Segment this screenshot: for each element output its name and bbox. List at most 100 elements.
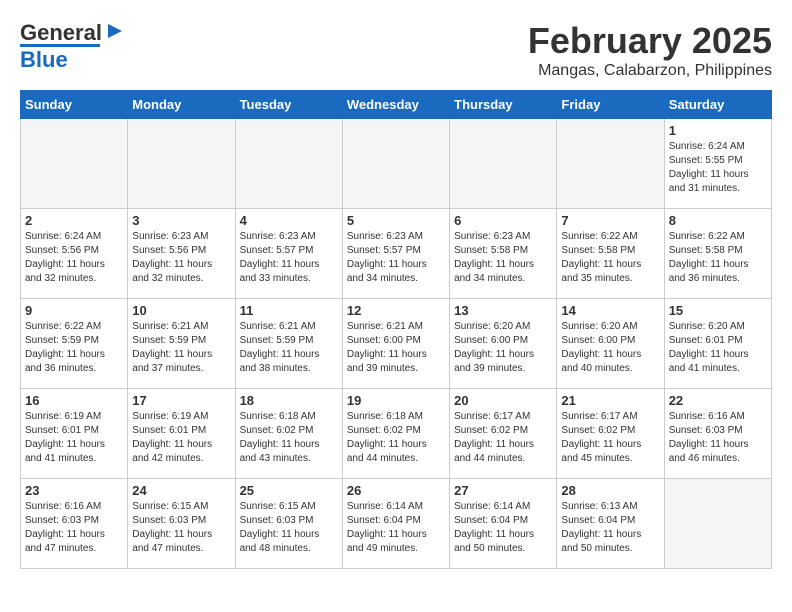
day-info: Sunrise: 6:16 AM Sunset: 6:03 PM Dayligh… [669,410,767,466]
day-number: 20 [454,393,552,408]
page-subtitle: Mangas, Calabarzon, Philippines [528,62,772,80]
day-number: 24 [132,483,230,498]
day-info: Sunrise: 6:23 AM Sunset: 5:57 PM Dayligh… [240,230,338,286]
day-number: 26 [347,483,445,498]
calendar-cell: 2 Sunrise: 6:24 AM Sunset: 5:56 PM Daylig… [21,209,128,299]
day-number: 8 [669,213,767,228]
day-info: Sunrise: 6:16 AM Sunset: 6:03 PM Dayligh… [25,500,123,556]
calendar-cell: 13Sunrise: 6:20 AM Sunset: 6:00 PM Dayli… [450,299,557,389]
calendar-cell: 7 Sunrise: 6:22 AM Sunset: 5:58 PM Daylig… [557,209,664,299]
day-number: 19 [347,393,445,408]
day-number: 22 [669,393,767,408]
calendar-cell [557,119,664,209]
day-number: 10 [132,303,230,318]
calendar-week-2: 2 Sunrise: 6:24 AM Sunset: 5:56 PM Daylig… [21,209,772,299]
calendar-cell: 14 Sunrise: 6:20 AM Sunset: 6:00 PM Dayli… [557,299,664,389]
calendar-cell: 8Sunrise: 6:22 AM Sunset: 5:58 PM Daylig… [664,209,771,299]
calendar-cell: 1 Sunrise: 6:24 AM Sunset: 5:55 PM Daylig… [664,119,771,209]
day-number: 5 [347,213,445,228]
day-info: Sunrise: 6:22 AM Sunset: 5:59 PM Dayligh… [25,320,123,376]
calendar-cell: 24 Sunrise: 6:15 AM Sunset: 6:03 PM Dayli… [128,479,235,569]
calendar-header-tuesday: Tuesday [235,91,342,119]
title-block: February 2025 Mangas, Calabarzon, Philip… [528,20,772,80]
calendar-cell: 10 Sunrise: 6:21 AM Sunset: 5:59 PM Dayli… [128,299,235,389]
day-number: 27 [454,483,552,498]
day-number: 23 [25,483,123,498]
day-number: 28 [561,483,659,498]
logo: General Blue [20,20,126,73]
day-info: Sunrise: 6:18 AM Sunset: 6:02 PM Dayligh… [240,410,338,466]
calendar-header-friday: Friday [557,91,664,119]
calendar-cell: 19 Sunrise: 6:18 AM Sunset: 6:02 PM Dayli… [342,389,449,479]
calendar-cell [664,479,771,569]
day-number: 17 [132,393,230,408]
day-info: Sunrise: 6:13 AM Sunset: 6:04 PM Dayligh… [561,500,659,556]
calendar-cell: 17 Sunrise: 6:19 AM Sunset: 6:01 PM Dayli… [128,389,235,479]
calendar-cell [128,119,235,209]
day-number: 2 [25,213,123,228]
page-header: General Blue February 2025 Mangas, Calab… [20,20,772,80]
day-info: Sunrise: 6:19 AM Sunset: 6:01 PM Dayligh… [25,410,123,466]
day-number: 4 [240,213,338,228]
day-info: Sunrise: 6:15 AM Sunset: 6:03 PM Dayligh… [240,500,338,556]
calendar-cell: 18Sunrise: 6:18 AM Sunset: 6:02 PM Dayli… [235,389,342,479]
day-info: Sunrise: 6:24 AM Sunset: 5:56 PM Dayligh… [25,230,123,286]
calendar-header-saturday: Saturday [664,91,771,119]
day-info: Sunrise: 6:17 AM Sunset: 6:02 PM Dayligh… [454,410,552,466]
calendar-cell: 9 Sunrise: 6:22 AM Sunset: 5:59 PM Daylig… [21,299,128,389]
day-info: Sunrise: 6:18 AM Sunset: 6:02 PM Dayligh… [347,410,445,466]
calendar-week-1: 1 Sunrise: 6:24 AM Sunset: 5:55 PM Daylig… [21,119,772,209]
calendar-week-3: 9 Sunrise: 6:22 AM Sunset: 5:59 PM Daylig… [21,299,772,389]
day-number: 7 [561,213,659,228]
calendar-cell: 5Sunrise: 6:23 AM Sunset: 5:57 PM Daylig… [342,209,449,299]
calendar-cell [21,119,128,209]
calendar-week-5: 23 Sunrise: 6:16 AM Sunset: 6:03 PM Dayli… [21,479,772,569]
calendar-cell: 27 Sunrise: 6:14 AM Sunset: 6:04 PM Dayli… [450,479,557,569]
calendar-header-thursday: Thursday [450,91,557,119]
calendar-table: SundayMondayTuesdayWednesdayThursdayFrid… [20,90,772,569]
logo-icon [104,20,126,42]
calendar-cell [342,119,449,209]
calendar-cell: 6Sunrise: 6:23 AM Sunset: 5:58 PM Daylig… [450,209,557,299]
day-number: 1 [669,123,767,138]
day-info: Sunrise: 6:19 AM Sunset: 6:01 PM Dayligh… [132,410,230,466]
day-number: 14 [561,303,659,318]
day-number: 3 [132,213,230,228]
day-info: Sunrise: 6:22 AM Sunset: 5:58 PM Dayligh… [561,230,659,286]
day-number: 25 [240,483,338,498]
day-number: 15 [669,303,767,318]
calendar-header-monday: Monday [128,91,235,119]
day-number: 12 [347,303,445,318]
day-number: 6 [454,213,552,228]
calendar-cell: 4 Sunrise: 6:23 AM Sunset: 5:57 PM Daylig… [235,209,342,299]
day-info: Sunrise: 6:14 AM Sunset: 6:04 PM Dayligh… [347,500,445,556]
page-title: February 2025 [528,20,772,62]
calendar-cell: 25 Sunrise: 6:15 AM Sunset: 6:03 PM Dayli… [235,479,342,569]
day-number: 16 [25,393,123,408]
calendar-cell: 20 Sunrise: 6:17 AM Sunset: 6:02 PM Dayli… [450,389,557,479]
calendar-cell: 3 Sunrise: 6:23 AM Sunset: 5:56 PM Daylig… [128,209,235,299]
day-number: 13 [454,303,552,318]
day-number: 9 [25,303,123,318]
calendar-week-4: 16 Sunrise: 6:19 AM Sunset: 6:01 PM Dayli… [21,389,772,479]
day-info: Sunrise: 6:21 AM Sunset: 5:59 PM Dayligh… [132,320,230,376]
calendar-cell: 23 Sunrise: 6:16 AM Sunset: 6:03 PM Dayli… [21,479,128,569]
logo-blue: Blue [20,47,68,73]
calendar-cell: 15Sunrise: 6:20 AM Sunset: 6:01 PM Dayli… [664,299,771,389]
calendar-header-row: SundayMondayTuesdayWednesdayThursdayFrid… [21,91,772,119]
calendar-header-wednesday: Wednesday [342,91,449,119]
calendar-cell: 16 Sunrise: 6:19 AM Sunset: 6:01 PM Dayli… [21,389,128,479]
calendar-cell: 22 Sunrise: 6:16 AM Sunset: 6:03 PM Dayli… [664,389,771,479]
calendar-header-sunday: Sunday [21,91,128,119]
calendar-cell [235,119,342,209]
day-info: Sunrise: 6:17 AM Sunset: 6:02 PM Dayligh… [561,410,659,466]
day-info: Sunrise: 6:21 AM Sunset: 6:00 PM Dayligh… [347,320,445,376]
day-info: Sunrise: 6:14 AM Sunset: 6:04 PM Dayligh… [454,500,552,556]
day-info: Sunrise: 6:21 AM Sunset: 5:59 PM Dayligh… [240,320,338,376]
day-number: 11 [240,303,338,318]
day-info: Sunrise: 6:24 AM Sunset: 5:55 PM Dayligh… [669,140,767,196]
day-info: Sunrise: 6:23 AM Sunset: 5:56 PM Dayligh… [132,230,230,286]
day-info: Sunrise: 6:20 AM Sunset: 6:00 PM Dayligh… [561,320,659,376]
day-number: 21 [561,393,659,408]
day-info: Sunrise: 6:15 AM Sunset: 6:03 PM Dayligh… [132,500,230,556]
